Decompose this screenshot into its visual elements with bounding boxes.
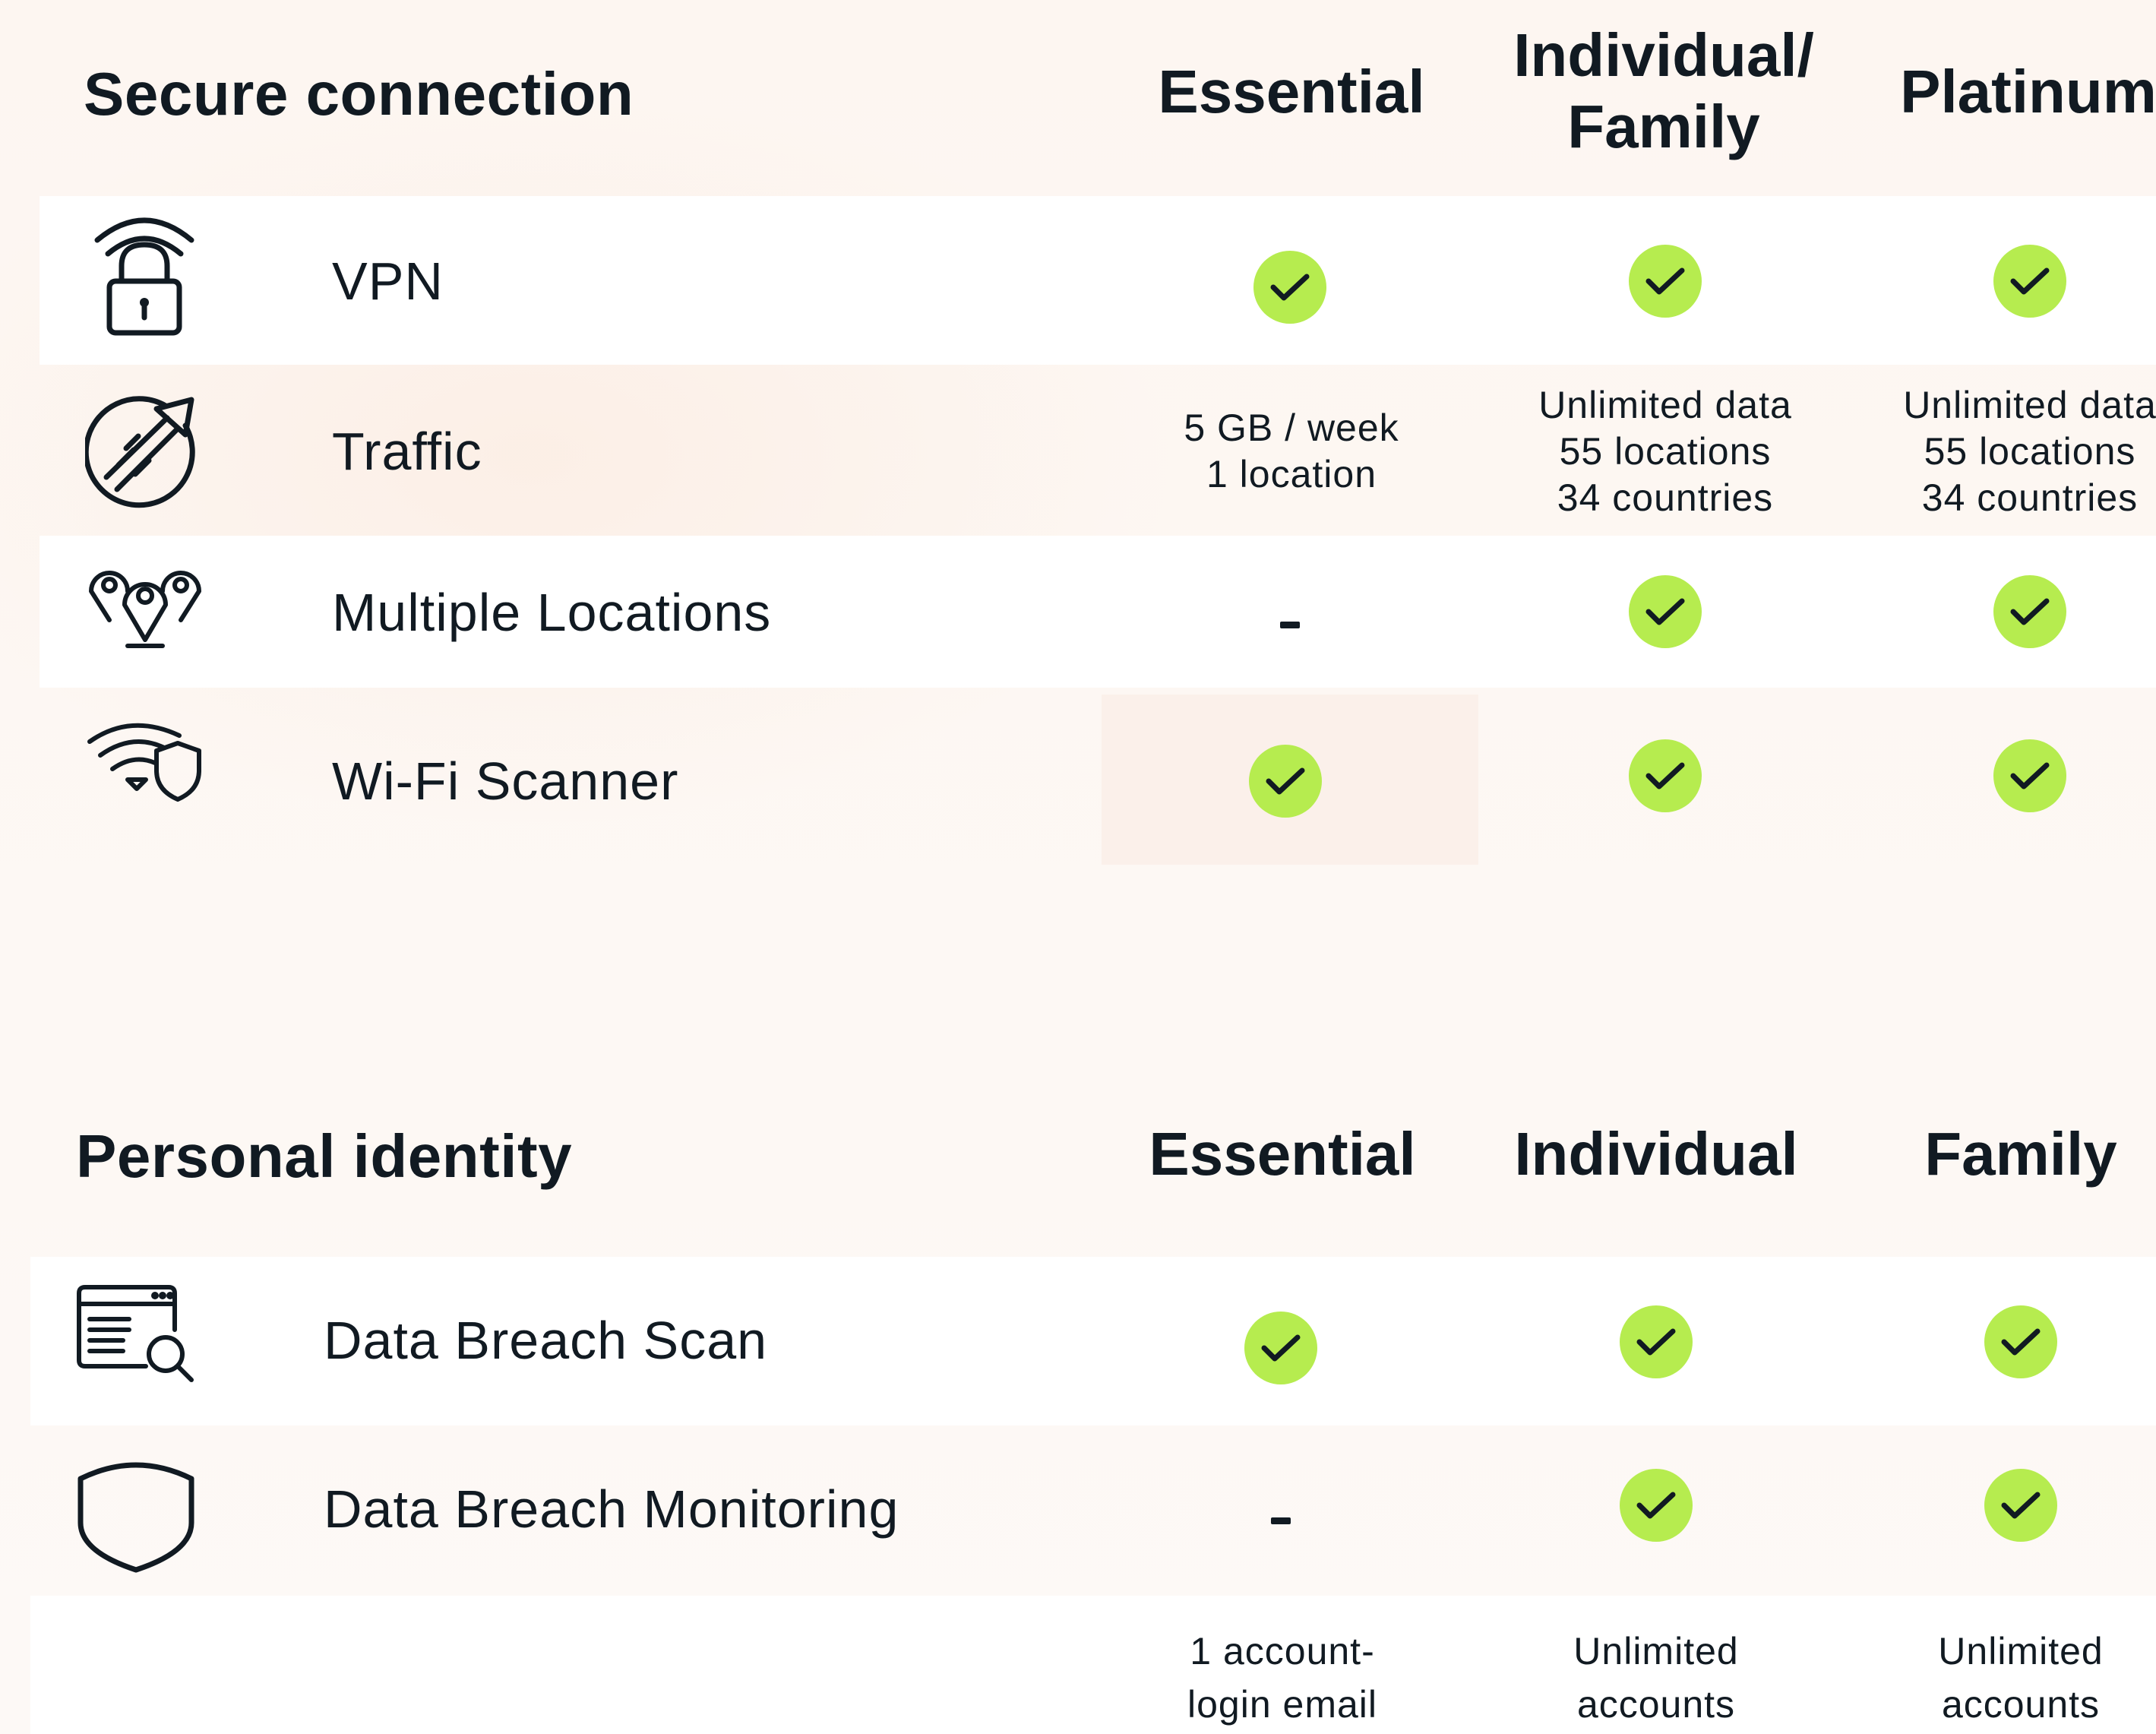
speed-arrow-icon — [85, 395, 205, 509]
column-header-family: Family — [1924, 1120, 2117, 1188]
check-icon — [1993, 245, 2066, 318]
column-header-platinum: Platinum — [1900, 58, 2156, 125]
not-included-dash — [1280, 622, 1300, 628]
traffic-individual-family-text: Unlimited data 55 locations 34 countries — [1538, 384, 1792, 519]
location-pins-icon — [85, 565, 205, 650]
feature-label: Multiple Locations — [332, 583, 772, 642]
check-icon — [1993, 739, 2066, 812]
check-icon — [1620, 1305, 1693, 1378]
wifi-lock-icon — [91, 211, 198, 337]
feature-label: Data Breach Scan — [324, 1311, 768, 1370]
section-title: Secure connection — [84, 60, 634, 128]
browser-search-icon — [76, 1284, 198, 1383]
check-icon — [1249, 745, 1322, 818]
accounts-essential-text: 1 account- login email — [1187, 1630, 1377, 1726]
accounts-family-text: Unlimited accounts — [1938, 1630, 2104, 1726]
column-header-individual: Individual — [1514, 1120, 1798, 1188]
secure-connection-section: Secure connection Essential Individual/ … — [0, 0, 2156, 912]
accounts-individual-text: Unlimited accounts — [1573, 1630, 1739, 1726]
feature-row-account-details — [30, 1596, 2156, 1734]
feature-label: VPN — [332, 252, 444, 311]
check-icon — [1629, 575, 1702, 648]
check-icon — [1629, 245, 1702, 318]
check-icon — [1253, 251, 1326, 324]
feature-label: Wi-Fi Scanner — [332, 752, 679, 811]
column-header-essential: Essential — [1149, 1120, 1416, 1188]
column-header-essential: Essential — [1158, 58, 1425, 125]
not-included-dash — [1271, 1517, 1291, 1524]
check-icon — [1629, 739, 1702, 812]
wifi-shield-icon — [85, 720, 205, 805]
personal-identity-section: Personal identity Essential Individual F… — [0, 1049, 2156, 1734]
check-icon — [1244, 1312, 1317, 1384]
check-icon — [1993, 575, 2066, 648]
column-header-individual-family: Individual/ Family — [1513, 21, 1814, 160]
section-title: Personal identity — [76, 1122, 573, 1190]
feature-label: Traffic — [332, 422, 482, 481]
check-icon — [1984, 1469, 2057, 1542]
traffic-essential-text: 5 GB / week 1 location — [1184, 407, 1399, 495]
feature-label: Data Breach Monitoring — [324, 1479, 899, 1539]
traffic-platinum-text: Unlimited data 55 locations 34 countries — [1903, 384, 2156, 519]
check-icon — [1984, 1305, 2057, 1378]
shield-icon — [76, 1456, 196, 1574]
check-icon — [1620, 1469, 1693, 1542]
